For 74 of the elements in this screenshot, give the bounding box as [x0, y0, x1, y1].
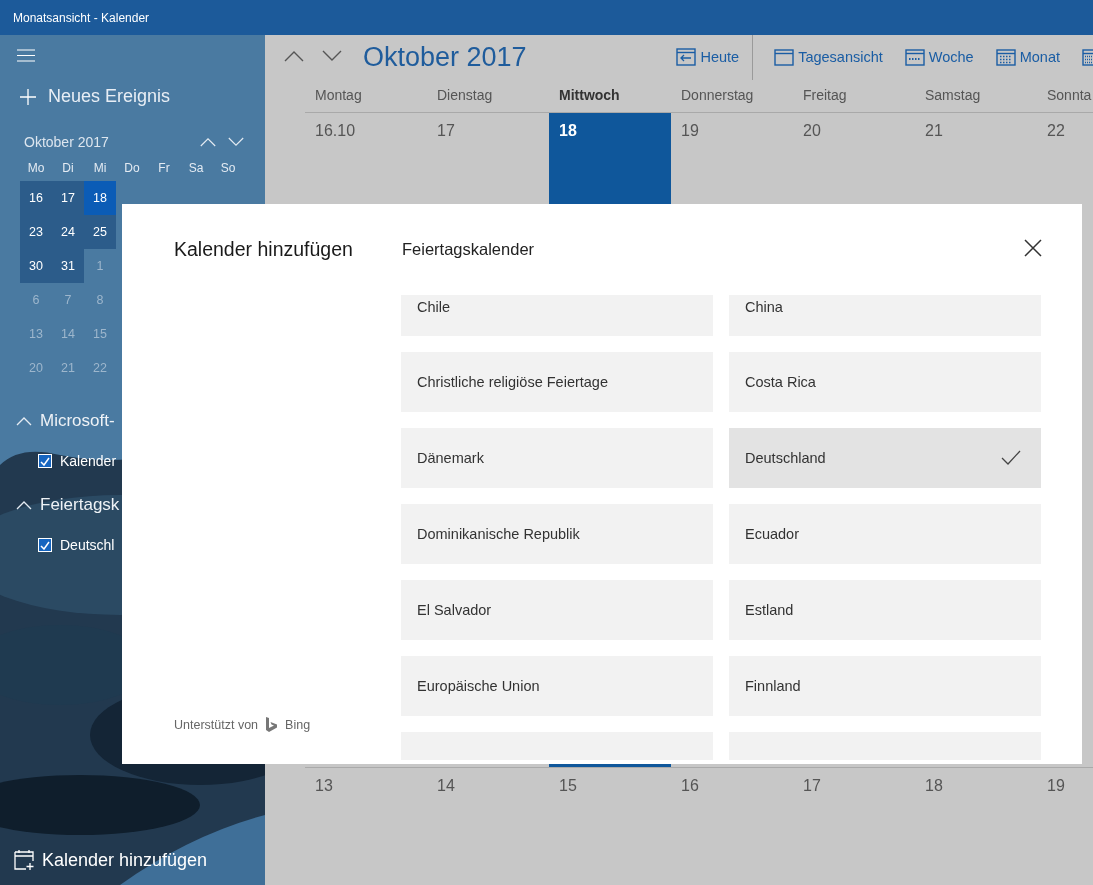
bing-logo-icon [266, 717, 278, 732]
day-cell[interactable]: 17 [793, 768, 915, 885]
list-title: Feiertagskalender [401, 240, 535, 259]
window-title: Monatsansicht - Kalender [13, 10, 150, 25]
date-cell[interactable]: 17 [52, 181, 84, 215]
new-event-button[interactable]: Neues Ereignis [20, 86, 171, 107]
checkmark-icon [1001, 450, 1021, 466]
previous-month-icon[interactable] [200, 136, 216, 148]
calendar-week-icon [904, 47, 925, 67]
weekday-header: Sonnta [1046, 86, 1093, 105]
menu-icon[interactable] [17, 49, 35, 62]
weekday-label: So [219, 161, 237, 175]
weekday-header: Dienstag [436, 86, 494, 105]
calendar-month-icon [995, 47, 1016, 67]
provider-label: Bing [285, 717, 311, 732]
calendar-icon [774, 47, 795, 67]
collapse-icon[interactable] [16, 500, 32, 510]
date-cell[interactable]: 25 [84, 215, 116, 249]
previous-icon[interactable] [284, 50, 304, 62]
calendar-tile[interactable]: Deutschland [729, 428, 1041, 488]
weekday-header: Samstag [924, 86, 982, 105]
view-button[interactable]: Tagesansicht [763, 39, 894, 75]
weekday-label: Sa [187, 161, 205, 175]
date-cell[interactable]: 30 [20, 249, 52, 283]
calendar-tile[interactable]: Finnland [729, 656, 1041, 716]
month-title: Oktober 2017 [24, 134, 110, 150]
view-button[interactable]: Woche [893, 39, 985, 75]
date-cell[interactable]: 23 [20, 215, 52, 249]
weekday-label: Mo [26, 161, 46, 175]
day-cell[interactable]: 16 [671, 768, 793, 885]
today-icon [676, 48, 697, 66]
calendar-tile[interactable]: Chile [401, 295, 713, 336]
calendar-tile[interactable]: Estland [729, 580, 1041, 640]
date-cell[interactable]: 16 [20, 181, 52, 215]
calendar-tile[interactable]: Christliche religiöse Feiertage [401, 352, 713, 412]
date-cell[interactable]: 31 [52, 249, 84, 283]
calendar-tile[interactable]: Ecuador [729, 504, 1041, 564]
group-title: Feiertagsk [40, 495, 120, 515]
checkbox[interactable] [38, 538, 52, 552]
next-icon[interactable] [322, 50, 342, 62]
weekday-label: Di [61, 161, 75, 175]
today-button[interactable]: Heute [665, 39, 751, 75]
weekday-label: Do [123, 161, 141, 175]
day-cell[interactable]: 19 [1037, 768, 1093, 885]
day-cell[interactable]: 15 [549, 768, 671, 885]
add-calendar-button[interactable]: Kalender hinzufügen [14, 849, 208, 871]
calendar-add-icon [14, 849, 36, 871]
powered-by-label: Unterstützt von [174, 717, 259, 732]
weekday-header: Montag [314, 86, 363, 105]
weekday-label: Mi [92, 161, 108, 175]
calendar-label: Deutschl [60, 537, 115, 553]
weekday-label: Fr [157, 161, 171, 175]
dialog-title: Kalender hinzufügen [174, 238, 354, 261]
day-cell[interactable]: 13 [305, 768, 427, 885]
plus-icon [20, 88, 36, 105]
calendar-tile[interactable]: Costa Rica [729, 352, 1041, 412]
next-month-icon[interactable] [228, 136, 244, 148]
calendar-tile[interactable]: Europäische Union [401, 656, 713, 716]
weekday-header: Freitag [802, 86, 848, 105]
date-cell[interactable]: 18 [84, 181, 116, 215]
day-cell[interactable]: 14 [427, 768, 549, 885]
calendar-tile[interactable]: China [729, 295, 1041, 336]
checkbox[interactable] [38, 454, 52, 468]
calendar-tile[interactable]: Dominikanische Republik [401, 504, 713, 564]
calendar-tile[interactable]: El Salvador [401, 580, 713, 640]
date-cell[interactable]: 24 [52, 215, 84, 249]
month-title: Oktober 2017 [363, 41, 527, 73]
weekday-header: Donnerstag [680, 86, 755, 105]
group-title: Microsoft- [40, 411, 115, 431]
view-button[interactable]: Monat [984, 39, 1071, 75]
day-cell[interactable]: 18 [915, 768, 1037, 885]
calendar-label: Kalender [60, 453, 117, 469]
calendar-tile[interactable]: Dänemark [401, 428, 713, 488]
weekday-header: Mittwoch [558, 86, 621, 105]
